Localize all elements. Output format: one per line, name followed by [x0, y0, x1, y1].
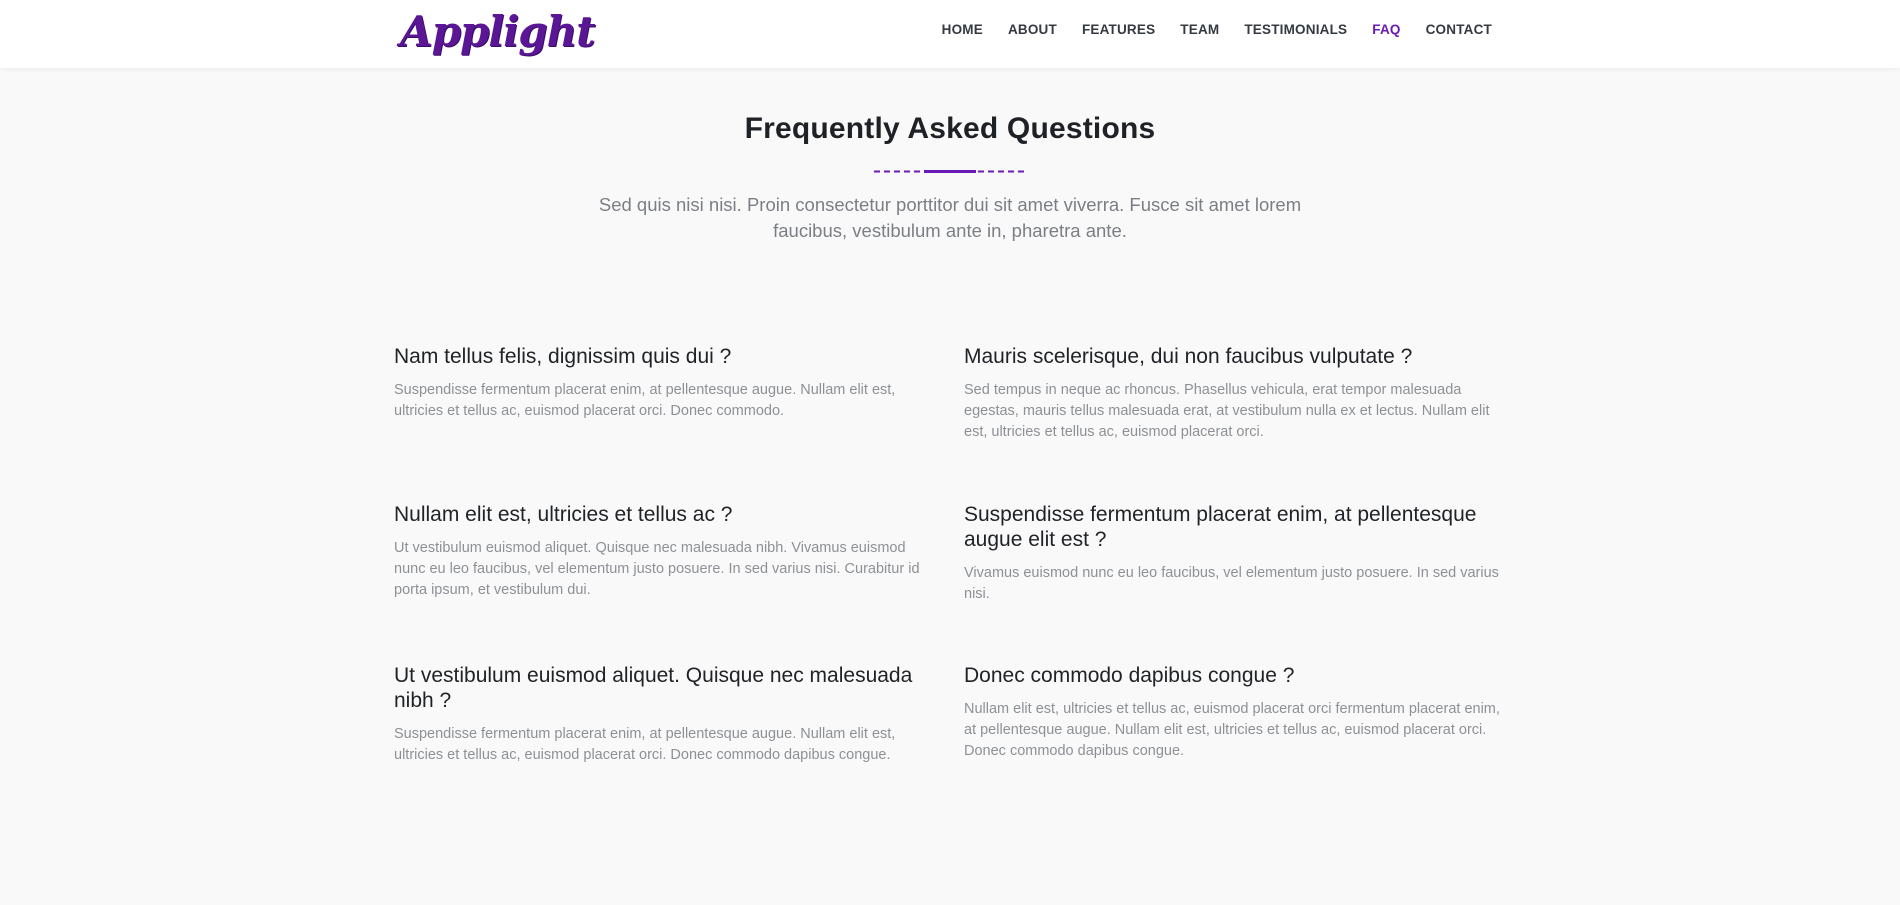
faq-question: Donec commodo dapibus congue ? — [964, 664, 1295, 687]
faq-item: Suspendisse fermentum placerat enim, at … — [964, 502, 1509, 605]
faq-answer: Suspendisse fermentum placerat enim, at … — [394, 382, 896, 419]
faq-item: Nullam elit est, ultricies et tellus ac … — [394, 502, 939, 601]
faq-answer: Sed tempus in neque ac rhoncus. Phasellu… — [964, 382, 1490, 440]
nav-item-features[interactable]: FEATURES — [1082, 22, 1155, 37]
faq-item: Donec commodo dapibus congue ? Nullam el… — [964, 663, 1509, 762]
faq-question: Ut vestibulum euismod aliquet. Quisque n… — [394, 664, 913, 712]
nav-item-home[interactable]: HOME — [942, 22, 983, 37]
faq-question: Nullam elit est, ultricies et tellus ac … — [394, 503, 733, 526]
nav-item-contact[interactable]: CONTACT — [1426, 22, 1492, 37]
section-title: Frequently Asked Questions — [744, 112, 1156, 145]
faq-item: Nam tellus felis, dignissim quis dui ? S… — [394, 344, 939, 422]
faq-item: Mauris scelerisque, dui non faucibus vul… — [964, 344, 1509, 443]
faq-item: Ut vestibulum euismod aliquet. Quisque n… — [394, 663, 939, 766]
title-divider — [874, 170, 1026, 173]
faq-question: Mauris scelerisque, dui non faucibus vul… — [964, 345, 1413, 368]
nav-item-faq[interactable]: FAQ — [1372, 22, 1400, 37]
faq-answer: Ut vestibulum euismod aliquet. Quisque n… — [394, 540, 920, 598]
nav-item-testimonials[interactable]: TESTIMONIALS — [1244, 22, 1347, 37]
main-nav: HOME ABOUT FEATURES TEAM TESTIMONIALS FA… — [942, 0, 1492, 58]
faq-answer: Vivamus euismod nunc eu leo faucibus, ve… — [964, 565, 1499, 602]
faq-answer: Suspendisse fermentum placerat enim, at … — [394, 726, 896, 763]
brand-logo[interactable]: Applight — [400, 6, 596, 58]
nav-item-about[interactable]: ABOUT — [1008, 22, 1057, 37]
faq-question: Suspendisse fermentum placerat enim, at … — [964, 503, 1477, 551]
site-header: Applight HOME ABOUT FEATURES TEAM TESTIM… — [0, 0, 1900, 68]
faq-answer: Nullam elit est, ultricies et tellus ac,… — [964, 701, 1500, 759]
faq-question: Nam tellus felis, dignissim quis dui ? — [394, 345, 732, 368]
nav-item-team[interactable]: TEAM — [1180, 22, 1219, 37]
section-subtitle: Sed quis nisi nisi. Proin consectetur po… — [598, 194, 1302, 241]
